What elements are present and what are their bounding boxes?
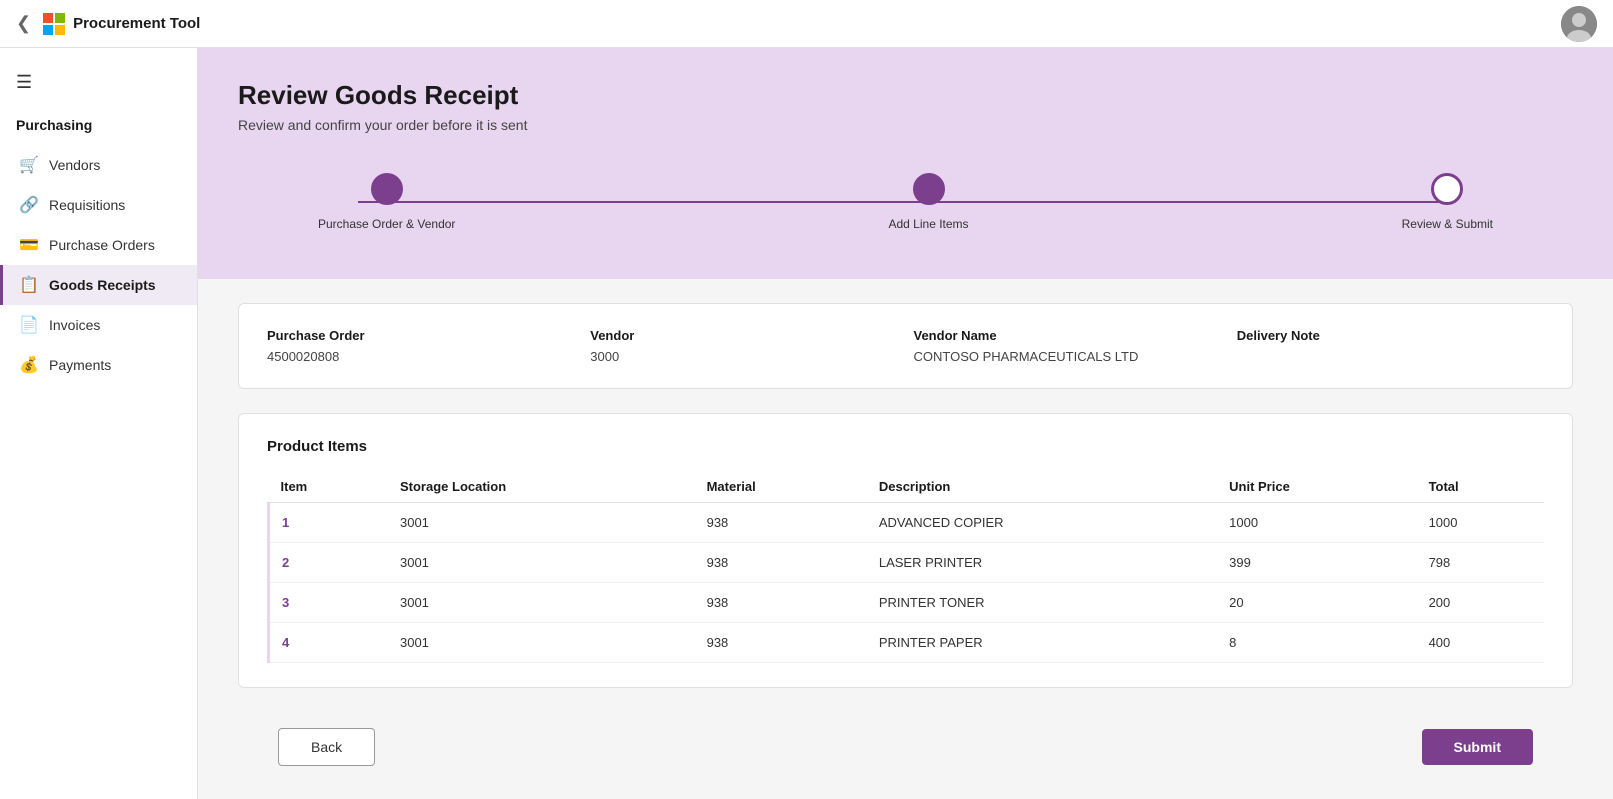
value-vendor-name: CONTOSO PHARMACEUTICALS LTD [914, 349, 1221, 364]
field-purchase-order: Purchase Order 4500020808 [267, 328, 574, 364]
stepper-step-2: Add Line Items [889, 173, 969, 231]
stepper-step-1: Purchase Order & Vendor [318, 173, 455, 231]
invoices-icon: 📄 [19, 315, 39, 335]
table-row: 2 3001 938 LASER PRINTER 399 798 [269, 543, 1545, 583]
field-vendor: Vendor 3000 [590, 328, 897, 364]
label-delivery-note: Delivery Note [1237, 328, 1544, 343]
col-description: Description [867, 471, 1217, 503]
sidebar-item-invoices[interactable]: 📄 Invoices [0, 305, 197, 345]
table-row: 4 3001 938 PRINTER PAPER 8 400 [269, 623, 1545, 663]
sidebar-item-label-goods-receipts: Goods Receipts [49, 277, 156, 293]
sidebar-item-vendors[interactable]: 🛒 Vendors [0, 145, 197, 185]
sidebar-item-purchase-orders[interactable]: 💳 Purchase Orders [0, 225, 197, 265]
sidebar-item-requisitions[interactable]: 🔗 Requisitions [0, 185, 197, 225]
cell-total-2: 200 [1417, 583, 1544, 623]
cell-item-2: 3 [269, 583, 388, 623]
cell-total-3: 400 [1417, 623, 1544, 663]
page-subtitle: Review and confirm your order before it … [238, 117, 1573, 133]
footer-bar: Back Submit [238, 712, 1573, 798]
cell-unit-price-2: 20 [1217, 583, 1416, 623]
cell-storage-3: 3001 [388, 623, 695, 663]
product-items-card: Product Items Item Storage Location Mate… [238, 413, 1573, 688]
back-icon[interactable]: ❮ [16, 13, 31, 34]
field-vendor-name: Vendor Name CONTOSO PHARMACEUTICALS LTD [914, 328, 1221, 364]
cell-unit-price-0: 1000 [1217, 503, 1416, 543]
hamburger-button[interactable]: ☰ [0, 64, 197, 109]
content-area: Purchase Order 4500020808 Vendor 3000 Ve… [198, 279, 1613, 799]
stepper-label-1: Purchase Order & Vendor [318, 217, 455, 231]
avatar-icon [1561, 6, 1597, 42]
sidebar-item-label-payments: Payments [49, 357, 111, 373]
microsoft-logo [43, 13, 65, 35]
cell-item-1: 2 [269, 543, 388, 583]
label-purchase-order: Purchase Order [267, 328, 574, 343]
vendors-icon: 🛒 [19, 155, 39, 175]
cell-material-3: 938 [695, 623, 867, 663]
col-material: Material [695, 471, 867, 503]
cell-description-0: ADVANCED COPIER [867, 503, 1217, 543]
topbar: ❮ Procurement Tool [0, 0, 1613, 48]
info-card: Purchase Order 4500020808 Vendor 3000 Ve… [238, 303, 1573, 389]
table-body: 1 3001 938 ADVANCED COPIER 1000 1000 2 3… [269, 503, 1545, 663]
sidebar-item-label-requisitions: Requisitions [49, 197, 125, 213]
cell-item-3: 4 [269, 623, 388, 663]
sidebar: ☰ Purchasing 🛒 Vendors 🔗 Requisitions 💳 … [0, 48, 198, 799]
stepper-step-3: Review & Submit [1402, 173, 1493, 231]
cell-material-2: 938 [695, 583, 867, 623]
main-content: Review Goods Receipt Review and confirm … [198, 48, 1613, 799]
cell-unit-price-1: 399 [1217, 543, 1416, 583]
cell-description-1: LASER PRINTER [867, 543, 1217, 583]
page-title: Review Goods Receipt [238, 80, 1573, 111]
submit-button[interactable]: Submit [1422, 729, 1533, 765]
back-button[interactable]: Back [278, 728, 375, 766]
sidebar-item-payments[interactable]: 💰 Payments [0, 345, 197, 385]
cell-storage-2: 3001 [388, 583, 695, 623]
info-card-grid: Purchase Order 4500020808 Vendor 3000 Ve… [267, 328, 1544, 364]
sidebar-item-label-invoices: Invoices [49, 317, 100, 333]
sidebar-section-label: Purchasing [0, 109, 197, 145]
field-delivery-note: Delivery Note [1237, 328, 1544, 364]
avatar[interactable] [1561, 6, 1597, 42]
cell-material-0: 938 [695, 503, 867, 543]
cell-total-0: 1000 [1417, 503, 1544, 543]
value-vendor: 3000 [590, 349, 897, 364]
cell-item-0: 1 [269, 503, 388, 543]
sidebar-item-label-purchase-orders: Purchase Orders [49, 237, 155, 253]
payments-icon: 💰 [19, 355, 39, 375]
col-total: Total [1417, 471, 1544, 503]
stepper-circle-3 [1431, 173, 1463, 205]
cell-storage-1: 3001 [388, 543, 695, 583]
requisitions-icon: 🔗 [19, 195, 39, 215]
cell-description-3: PRINTER PAPER [867, 623, 1217, 663]
stepper-label-3: Review & Submit [1402, 217, 1493, 231]
stepper: Purchase Order & Vendor Add Line Items R… [238, 173, 1573, 231]
stepper-steps: Purchase Order & Vendor Add Line Items R… [318, 173, 1493, 231]
goods-receipts-icon: 📋 [19, 275, 39, 295]
cell-storage-0: 3001 [388, 503, 695, 543]
app-title: Procurement Tool [73, 15, 200, 32]
label-vendor-name: Vendor Name [914, 328, 1221, 343]
stepper-circle-1 [371, 173, 403, 205]
col-unit-price: Unit Price [1217, 471, 1416, 503]
table-row: 1 3001 938 ADVANCED COPIER 1000 1000 [269, 503, 1545, 543]
sidebar-item-goods-receipts[interactable]: 📋 Goods Receipts [0, 265, 197, 305]
cell-description-2: PRINTER TONER [867, 583, 1217, 623]
col-item: Item [269, 471, 388, 503]
cell-unit-price-3: 8 [1217, 623, 1416, 663]
page-banner: Review Goods Receipt Review and confirm … [198, 48, 1613, 279]
col-storage-location: Storage Location [388, 471, 695, 503]
table-row: 3 3001 938 PRINTER TONER 20 200 [269, 583, 1545, 623]
app-body: ☰ Purchasing 🛒 Vendors 🔗 Requisitions 💳 … [0, 48, 1613, 799]
sidebar-item-label-vendors: Vendors [49, 157, 100, 173]
purchase-orders-icon: 💳 [19, 235, 39, 255]
product-items-title: Product Items [267, 438, 1544, 455]
stepper-circle-2 [913, 173, 945, 205]
stepper-label-2: Add Line Items [889, 217, 969, 231]
cell-material-1: 938 [695, 543, 867, 583]
cell-total-1: 798 [1417, 543, 1544, 583]
value-purchase-order: 4500020808 [267, 349, 574, 364]
table-header: Item Storage Location Material Descripti… [269, 471, 1545, 503]
label-vendor: Vendor [590, 328, 897, 343]
product-items-table: Item Storage Location Material Descripti… [267, 471, 1544, 663]
